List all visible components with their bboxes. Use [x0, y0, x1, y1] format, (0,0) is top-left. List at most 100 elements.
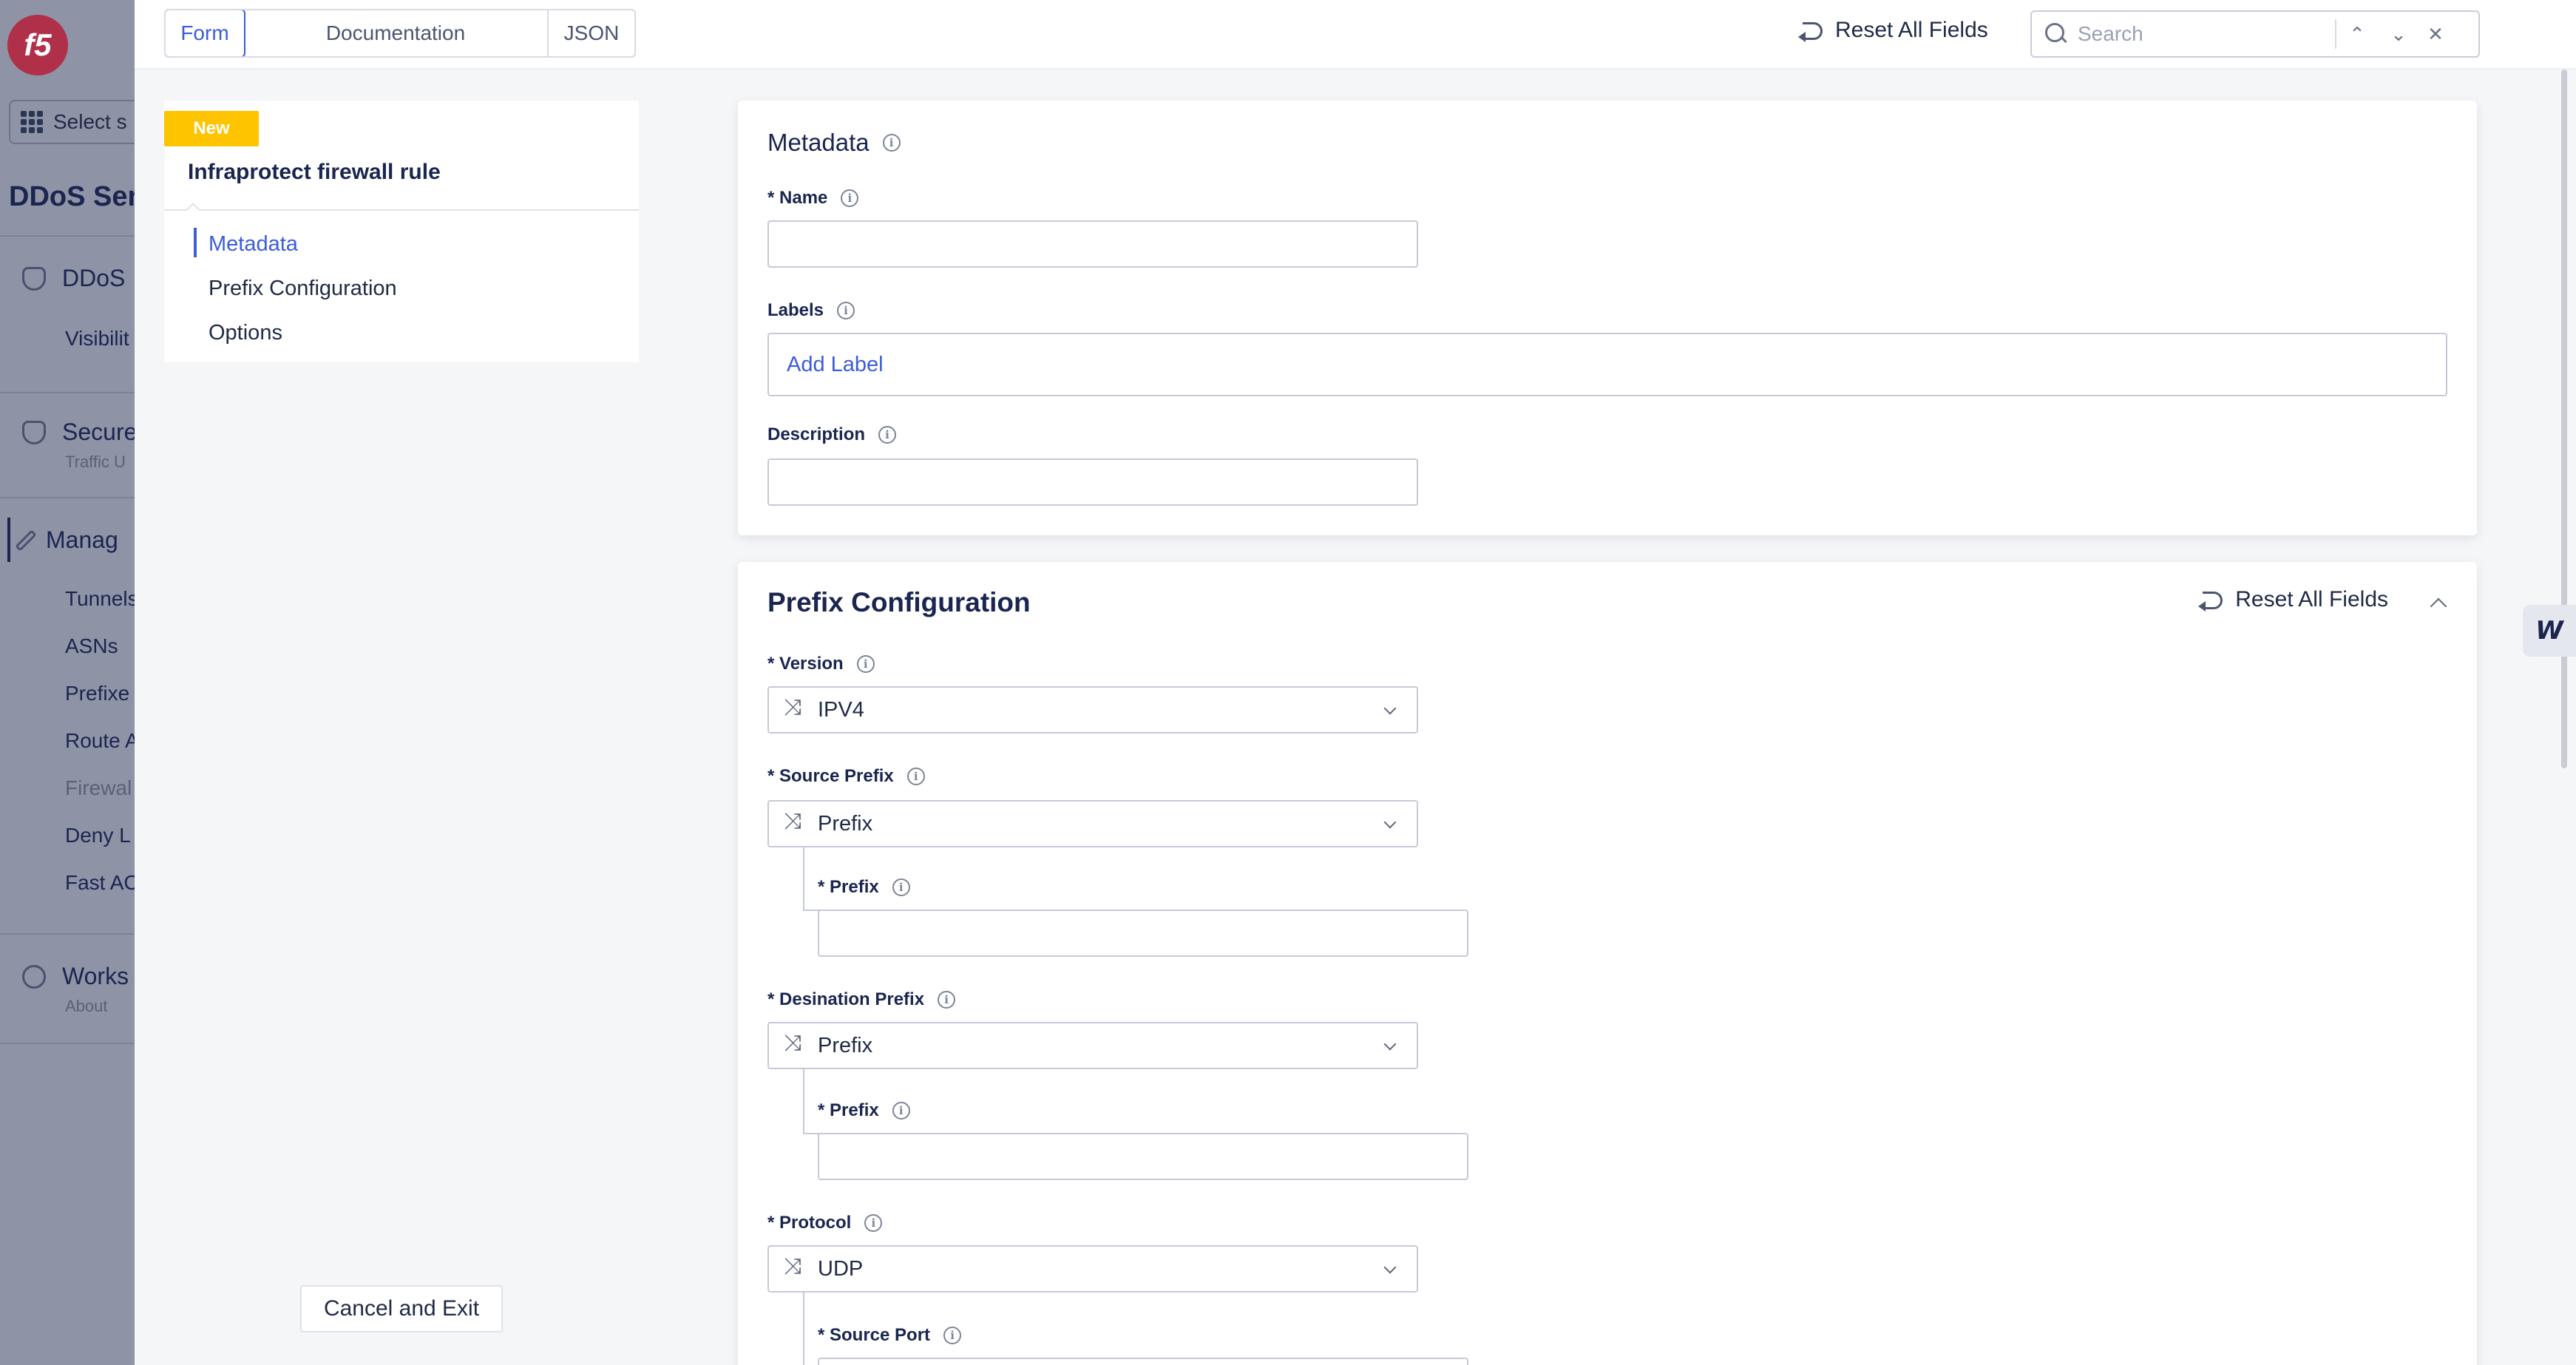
source-prefix-select-value: Prefix	[818, 811, 873, 836]
nav-item-tunnels[interactable]: Tunnels	[65, 587, 135, 611]
tab-documentation[interactable]: Documentation	[244, 10, 549, 56]
source-prefix-select[interactable]: Prefix	[767, 800, 1418, 847]
scrollbar[interactable]	[2561, 70, 2567, 768]
search-field: ⌃ ⌄ ✕	[2030, 10, 2480, 58]
description-input[interactable]	[767, 458, 1418, 506]
description-label-text: Description	[767, 424, 866, 444]
reset-all-fields-label: Reset All Fields	[1835, 18, 1988, 42]
version-label-text: * Version	[767, 654, 844, 674]
nav-group-secure[interactable]: Secure	[22, 419, 135, 446]
nav-item-visibility[interactable]: Visibilit	[65, 327, 129, 350]
section-link-prefix-configuration[interactable]: Prefix Configuration	[194, 266, 397, 311]
source-port-label-text: * Source Port	[818, 1325, 931, 1345]
protocol-select[interactable]: UDP	[767, 1245, 1418, 1293]
info-icon[interactable]: i	[878, 426, 897, 444]
tab-form[interactable]: Form	[166, 10, 245, 56]
version-select[interactable]: IPV4	[767, 686, 1418, 734]
chevron-down-icon	[1383, 1261, 1397, 1276]
chevron-up-icon[interactable]: ⌃	[2336, 12, 2378, 56]
chevron-down-icon	[1383, 1038, 1397, 1053]
f5-logo: f5	[7, 15, 68, 75]
grid-icon	[21, 111, 43, 133]
chevron-up-icon[interactable]	[2430, 595, 2447, 612]
nav-divider	[0, 933, 135, 935]
choice-icon	[784, 1253, 806, 1280]
shield-icon	[22, 266, 46, 291]
nav-active-indicator	[7, 518, 10, 562]
info-icon[interactable]: i	[906, 768, 925, 785]
nav-item-fast-acl[interactable]: Fast AC	[65, 871, 135, 895]
source-prefix-input[interactable]	[818, 910, 1468, 957]
destination-prefix-select-value: Prefix	[818, 1033, 873, 1057]
info-icon[interactable]: i	[882, 134, 901, 152]
choice-icon	[784, 694, 806, 721]
info-icon[interactable]: i	[864, 1214, 883, 1232]
labels-label-text: Labels	[767, 300, 824, 320]
section-link-metadata[interactable]: Metadata	[194, 222, 397, 266]
nav-item-route-advertisements[interactable]: Route A	[65, 729, 135, 753]
name-label-text: * Name	[767, 188, 828, 208]
cancel-and-exit-button[interactable]: Cancel and Exit	[300, 1285, 503, 1332]
source-prefix-sub-label: * Prefix i	[818, 877, 910, 898]
wrench-icon	[15, 529, 37, 552]
metadata-heading-text: Metadata	[767, 129, 870, 156]
nav-group-secure-sub: Traffic U	[65, 453, 126, 471]
destination-prefix-sub-label: * Prefix i	[818, 1100, 910, 1121]
prefix-reset-all-fields-button[interactable]: Reset All Fields	[2197, 587, 2388, 612]
destination-prefix-sub-label-text: * Prefix	[818, 1100, 879, 1120]
name-input[interactable]	[767, 220, 1418, 268]
description-label: Description i	[767, 424, 897, 445]
protocol-select-value: UDP	[818, 1256, 864, 1281]
choice-icon	[784, 1030, 806, 1057]
form-title: Infraprotect firewall rule	[188, 160, 441, 184]
info-icon[interactable]: i	[856, 655, 875, 673]
nav-group-workspace-sub: About	[65, 997, 108, 1015]
version-label: * Version i	[767, 654, 875, 674]
prefix-reset-all-fields-label: Reset All Fields	[2235, 587, 2388, 612]
undo-icon	[2197, 589, 2223, 612]
chevron-down-icon	[1383, 702, 1397, 717]
nav-group-ddos[interactable]: DDoS	[22, 265, 125, 292]
nav-item-asns[interactable]: ASNs	[65, 634, 118, 658]
nav-divider	[0, 392, 135, 393]
chevron-down-icon[interactable]: ⌄	[2378, 12, 2419, 56]
metadata-heading: Metadata i	[767, 129, 901, 157]
section-link-options[interactable]: Options	[194, 311, 397, 355]
info-icon[interactable]: i	[938, 991, 956, 1009]
source-prefix-label: * Source Prefix i	[767, 766, 925, 787]
nav-divider	[0, 235, 135, 237]
info-icon[interactable]: i	[892, 878, 910, 896]
destination-prefix-label-text: * Desination Prefix	[767, 989, 925, 1009]
info-icon[interactable]: i	[943, 1327, 962, 1344]
labels-input[interactable]: Add Label	[767, 333, 2447, 396]
select-service-label: Select s	[53, 110, 127, 133]
search-input[interactable]	[2078, 22, 2329, 46]
add-label-link[interactable]: Add Label	[787, 353, 884, 377]
tab-json[interactable]: JSON	[549, 10, 634, 56]
destination-prefix-select[interactable]: Prefix	[767, 1022, 1418, 1069]
nav-group-workspace[interactable]: Works	[22, 963, 129, 990]
source-prefix-label-text: * Source Prefix	[767, 766, 894, 786]
source-port-input[interactable]	[818, 1358, 1468, 1365]
nav-group-manage-label: Manag	[46, 526, 118, 553]
close-icon[interactable]: ✕	[2419, 12, 2452, 56]
undo-icon	[1797, 19, 1823, 42]
reset-all-fields-button[interactable]: Reset All Fields	[1797, 18, 1988, 43]
service-title: DDoS Serv	[9, 181, 135, 212]
info-icon[interactable]: i	[837, 302, 855, 319]
nav-item-prefixes[interactable]: Prefixe	[65, 682, 129, 705]
form-drawer: Form Documentation JSON Reset All Fields…	[135, 0, 2576, 1365]
new-badge: New	[164, 111, 259, 146]
shield-icon	[22, 420, 46, 444]
info-icon[interactable]: i	[892, 1102, 910, 1120]
nav-group-manage[interactable]: Manag	[15, 526, 118, 554]
destination-prefix-input[interactable]	[818, 1133, 1468, 1180]
info-icon[interactable]: i	[841, 189, 859, 207]
nav-item-firewall[interactable]: Firewal	[65, 776, 132, 800]
name-label: * Name i	[767, 188, 859, 209]
source-prefix-sub-label-text: * Prefix	[818, 877, 879, 897]
select-service-button[interactable]: Select s	[9, 100, 135, 144]
nav-item-deny-list[interactable]: Deny L	[65, 824, 131, 847]
source-port-label: * Source Port i	[818, 1325, 962, 1346]
widget-launcher-button[interactable]: W	[2523, 605, 2576, 657]
